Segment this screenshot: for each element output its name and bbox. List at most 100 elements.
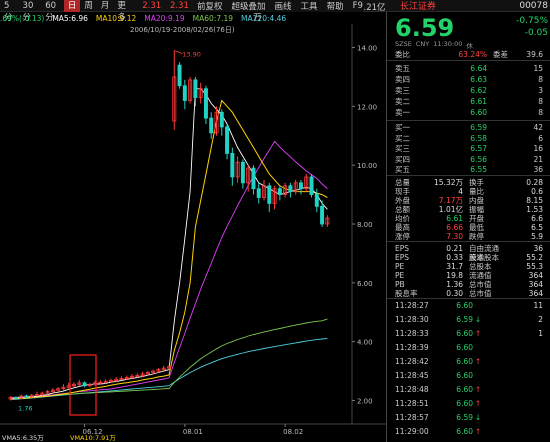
candle-body	[225, 126, 230, 154]
fund-value: 0.30	[446, 289, 463, 298]
stat-value: 4	[458, 187, 463, 196]
stat-row: 现手 4 量比 0.6	[395, 187, 550, 196]
diff-label: 委差	[493, 50, 508, 59]
menu-fq[interactable]: 前复权	[197, 0, 223, 12]
bid-price: 6.57	[470, 144, 487, 153]
currency-label: CNY	[415, 40, 430, 48]
tick-time: 11:29:00	[395, 427, 429, 436]
ma10-label: MA10:9.12	[95, 14, 137, 23]
candle-body	[320, 205, 325, 225]
tick-arrow	[473, 301, 483, 310]
ma5-line	[10, 88, 328, 400]
candle-body	[209, 117, 214, 134]
menu-f9[interactable]: F9	[353, 1, 363, 11]
tick-row: 11:28:33 6.60 ↑ 1	[395, 329, 550, 338]
stat-label-2: 跌停	[469, 232, 484, 241]
candle-body	[256, 188, 261, 198]
stat-value: 6.61	[446, 214, 463, 223]
fund-value: 0.33	[446, 253, 463, 262]
ask-volume: 3	[538, 86, 543, 95]
tab-60min[interactable]: 60分	[41, 0, 64, 23]
tick-qty	[483, 385, 543, 394]
ma120-label: MA120:4.46	[241, 14, 287, 23]
tick-row: 11:28:27 6.60 11	[395, 301, 550, 310]
fund-value: 1.36	[446, 280, 463, 289]
tick-row: 11:28:48 6.60 ↑	[395, 385, 550, 394]
stat-value: 6.66	[446, 223, 463, 232]
tick-price: 6.60	[456, 427, 473, 436]
bid-price: 6.56	[470, 154, 487, 164]
bid-row: 买一 6.59 42	[395, 123, 550, 132]
stat-value-2: 0.6	[531, 187, 543, 196]
fundamental-row: 股息率 0.30 总市值 364	[395, 289, 550, 298]
y-tick-label: 10.00	[357, 162, 377, 170]
candle-body	[288, 185, 293, 193]
tab-5min[interactable]: 5分	[0, 0, 19, 23]
tick-qty: 1	[538, 329, 543, 338]
fundamental-row: EPS 0.21 自由流通股本 36	[395, 244, 550, 262]
y-tick-label: 8.00	[357, 221, 373, 229]
fund-value: 0.21	[446, 244, 463, 253]
fundamental-row: PE 19.8 流通值 364	[395, 271, 550, 280]
tab-daily[interactable]: 日	[63, 0, 81, 12]
ask-row: 卖三 6.62 3	[395, 86, 550, 95]
ma-indicators: .69%(-0.13) MA5:6.96 MA10:9.12 MA20:9.19…	[0, 13, 386, 24]
fundamental-row: PE 31.7 总股本 55.3	[395, 262, 550, 271]
bid-row: 买四 6.56 21	[395, 155, 550, 164]
stat-value-2: 8.15	[526, 196, 543, 205]
tab-weekly[interactable]: 周	[80, 0, 97, 12]
tick-price: 6.60	[456, 343, 473, 352]
menu-overlay[interactable]: 超级叠加	[232, 0, 266, 12]
stat-label-2: 内盘	[469, 196, 484, 205]
ask-volume: 8	[538, 75, 543, 84]
tab-more[interactable]: 更多	[113, 0, 134, 23]
ask-label: 卖二	[395, 97, 410, 106]
bid-row: 买二 6.58 6	[395, 134, 550, 143]
fund-label-2: 总股本	[469, 262, 492, 271]
fund-value: 19.8	[446, 271, 463, 280]
menu-draw[interactable]: 画线	[275, 0, 292, 12]
bid-volume: 42	[533, 123, 543, 132]
status-label: 休	[466, 42, 473, 50]
ask-label: 卖三	[395, 86, 410, 95]
tick-qty	[483, 427, 543, 436]
stat-label: 现手	[395, 187, 410, 196]
candle-body	[203, 88, 208, 119]
tab-30min[interactable]: 30分	[19, 0, 42, 23]
candle-body	[298, 182, 303, 190]
high-marker-line	[174, 50, 183, 54]
fund-label: PE	[395, 262, 405, 271]
tick-time: 11:28:33	[395, 329, 429, 338]
fund-label: 股息率	[395, 289, 418, 298]
tick-price: 6.60	[456, 399, 473, 408]
ratio-label: 委比	[395, 50, 410, 59]
stat-row: 总量 15.32万 换手 0.28	[395, 178, 550, 187]
menu-help[interactable]: 帮助	[327, 0, 344, 12]
lead-change: .69%(-0.13)	[0, 14, 45, 23]
candle-body	[177, 64, 182, 87]
ask-row: 卖四 6.63 8	[395, 75, 550, 84]
stat-row: 总额 1.01亿 振幅 1.53	[395, 205, 550, 214]
y-tick-label: 6.00	[357, 280, 373, 288]
fund-label-2: 自由流通股本	[469, 244, 499, 262]
bid-price: 6.58	[470, 133, 487, 143]
separator	[387, 175, 550, 176]
stat-value-2: 6.6	[531, 214, 543, 223]
stat-value-2: 6.5	[531, 223, 543, 232]
separator	[387, 298, 550, 299]
separator	[387, 120, 550, 121]
menu-tools[interactable]: 工具	[301, 0, 318, 12]
fund-value-2: 364	[528, 280, 543, 289]
tab-monthly[interactable]: 月	[97, 0, 114, 12]
bid-label: 买五	[395, 165, 410, 174]
candle-body	[267, 185, 272, 204]
bid-label: 买四	[395, 154, 410, 164]
candle-body	[13, 397, 18, 399]
bid-price: 6.55	[470, 165, 487, 174]
fund-label: EPS	[395, 244, 410, 253]
exchange-info: SZSE CNY 11:30:00 休	[395, 40, 473, 50]
fund-value-2: 364	[528, 289, 543, 298]
candlestick-chart[interactable]: 14.0012.0010.008.006.004.002.0006.12 08.0…	[0, 24, 386, 442]
stat-value: 7.30	[446, 232, 463, 241]
ask-row: 卖二 6.61 8	[395, 97, 550, 106]
